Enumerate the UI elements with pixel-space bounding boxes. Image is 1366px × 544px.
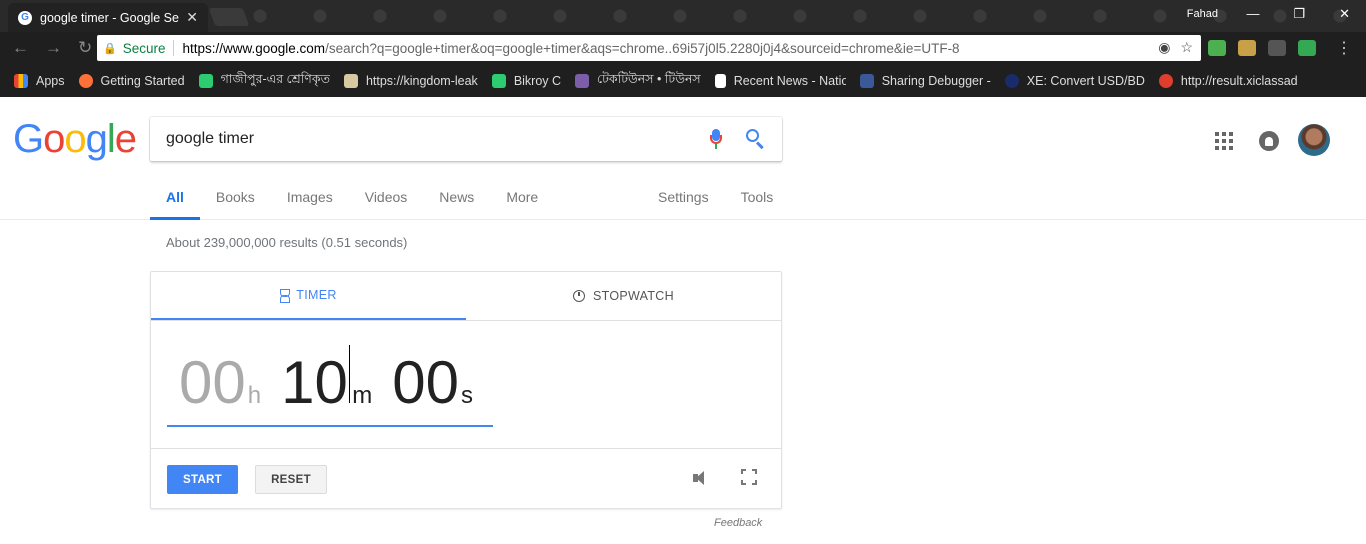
bookmark-item[interactable]: Getting Started (78, 73, 185, 88)
seconds-unit: s (461, 382, 473, 409)
sound-icon[interactable] (691, 469, 709, 487)
lock-icon: 🔒 (103, 42, 117, 55)
time-input[interactable]: 00 h 10 m 00 s (167, 345, 493, 427)
minutes-value: 10 (281, 349, 348, 416)
start-button[interactable]: START (167, 465, 238, 494)
tab-strip: G google timer - Google Se ✕ Fahad — ❐ ✕ (0, 0, 1366, 32)
profile-name[interactable]: Fahad (1187, 8, 1218, 20)
google-logo[interactable]: Google (13, 117, 137, 162)
microphone-icon[interactable] (710, 129, 722, 149)
extension-badge-icon[interactable] (1298, 40, 1316, 56)
extension-globe-icon[interactable] (1208, 40, 1226, 56)
bookmark-favicon-icon (575, 73, 590, 88)
search-box[interactable]: google timer (150, 117, 782, 161)
new-tab-button[interactable] (208, 8, 250, 26)
timer-tabs: TIMER STOPWATCH (151, 272, 781, 321)
hourglass-icon (280, 289, 291, 303)
bookmark-item[interactable]: টেকটিউনস • টিউনস (575, 71, 701, 91)
avatar[interactable] (1298, 124, 1330, 156)
tab-settings[interactable]: Settings (642, 173, 725, 205)
tab-close-icon[interactable]: ✕ (186, 9, 198, 26)
tab-stopwatch[interactable]: STOPWATCH (466, 272, 781, 320)
bookmarks-bar: Apps Getting Started গাজীপুর-এর শ্রেণিকৃ… (0, 64, 1366, 97)
star-icon[interactable]: ☆ (1180, 39, 1193, 56)
extension-mail-icon[interactable] (1238, 40, 1256, 56)
bookmark-item[interactable]: https://kingdom-leak (343, 73, 478, 88)
bookmark-item[interactable]: Sharing Debugger - (859, 73, 991, 88)
google-apps-icon[interactable] (1215, 132, 1233, 150)
nav-buttons: ← → ↻ (12, 38, 92, 58)
reload-icon[interactable]: ↻ (78, 38, 92, 58)
results-count: About 239,000,000 results (0.51 seconds) (166, 235, 408, 250)
feedback-link[interactable]: Feedback (714, 517, 762, 529)
timer-controls: START RESET (151, 448, 781, 509)
bookmark-favicon-icon (1158, 73, 1173, 88)
forward-icon[interactable]: → (45, 38, 62, 58)
browser-chrome: G google timer - Google Se ✕ Fahad — ❐ ✕… (0, 0, 1366, 97)
search-input[interactable]: google timer (166, 130, 710, 148)
page-icon (714, 73, 726, 88)
bookmark-favicon-icon (198, 73, 213, 88)
browser-tab[interactable]: G google timer - Google Se ✕ (8, 3, 208, 32)
google-favicon-icon: G (18, 10, 32, 25)
tab-timer[interactable]: TIMER (151, 272, 466, 320)
extension-folder-icon[interactable] (1268, 40, 1286, 56)
seconds-value: 00 (392, 349, 459, 416)
extensions (1208, 40, 1316, 56)
address-bar[interactable]: 🔒 Secure https://www.google.com /search?… (97, 35, 1201, 61)
bookmark-favicon-icon (491, 73, 506, 88)
tab-books[interactable]: Books (200, 173, 271, 220)
apps-grid-icon (14, 73, 28, 88)
fullscreen-icon[interactable] (740, 468, 758, 486)
reset-button[interactable]: RESET (255, 465, 327, 494)
firefox-icon (78, 73, 93, 88)
tab-videos[interactable]: Videos (349, 173, 424, 220)
tab-news[interactable]: News (423, 173, 490, 220)
bookmark-item[interactable]: Apps (14, 73, 65, 88)
tab-title: google timer - Google Se (40, 10, 179, 25)
back-icon[interactable]: ← (12, 38, 29, 58)
bookmark-item[interactable]: গাজীপুর-এর শ্রেণিকৃত (198, 71, 330, 91)
facebook-icon (859, 73, 874, 88)
minimize-icon[interactable]: — (1246, 6, 1259, 22)
secure-label: Secure (122, 40, 166, 56)
chrome-menu-icon[interactable]: ⋮ (1336, 38, 1352, 58)
notifications-icon[interactable] (1259, 131, 1279, 151)
tab-timer-label: TIMER (296, 288, 337, 302)
search-tabs: All Books Images Videos News More (150, 173, 554, 220)
divider (173, 40, 175, 56)
bookmark-favicon-icon (343, 73, 358, 88)
tab-more[interactable]: More (490, 173, 554, 220)
url-host: https://www.google.com (182, 40, 326, 56)
tab-tools[interactable]: Tools (725, 173, 790, 205)
search-header: Google google timer All Books Images Vid… (0, 97, 1366, 220)
hours-value: 00 (179, 349, 246, 416)
hours-unit: h (247, 382, 262, 409)
close-window-icon[interactable]: ✕ (1339, 6, 1350, 22)
tab-all[interactable]: All (150, 173, 200, 220)
bookmark-item[interactable]: http://result.xiclassad (1158, 73, 1298, 88)
bookmark-item[interactable]: XE: Convert USD/BD (1004, 73, 1145, 88)
bookmark-item[interactable]: Bikroy C (491, 73, 561, 88)
url-path: /search?q=google+timer&oq=google+timer&a… (325, 40, 960, 56)
xe-icon (1004, 73, 1019, 88)
stopwatch-icon (573, 290, 586, 302)
bookmark-item[interactable]: Recent News - Natio (714, 73, 846, 88)
search-tools: Settings Tools (642, 173, 789, 205)
browser-toolbar: ← → ↻ 🔒 Secure https://www.google.com /s… (0, 32, 1366, 64)
tab-images[interactable]: Images (271, 173, 349, 220)
window-controls: — ❐ ✕ (1246, 6, 1350, 22)
minutes-unit: m (352, 382, 373, 409)
restore-icon[interactable]: ❐ (1293, 6, 1305, 22)
search-icon[interactable] (746, 129, 766, 150)
timer-widget: TIMER STOPWATCH 00 h 10 m 00 s START RES… (150, 271, 782, 509)
omnibox-icons: ◉ ☆ (1158, 39, 1193, 56)
tab-stopwatch-label: STOPWATCH (593, 289, 674, 303)
location-icon[interactable]: ◉ (1158, 39, 1170, 56)
